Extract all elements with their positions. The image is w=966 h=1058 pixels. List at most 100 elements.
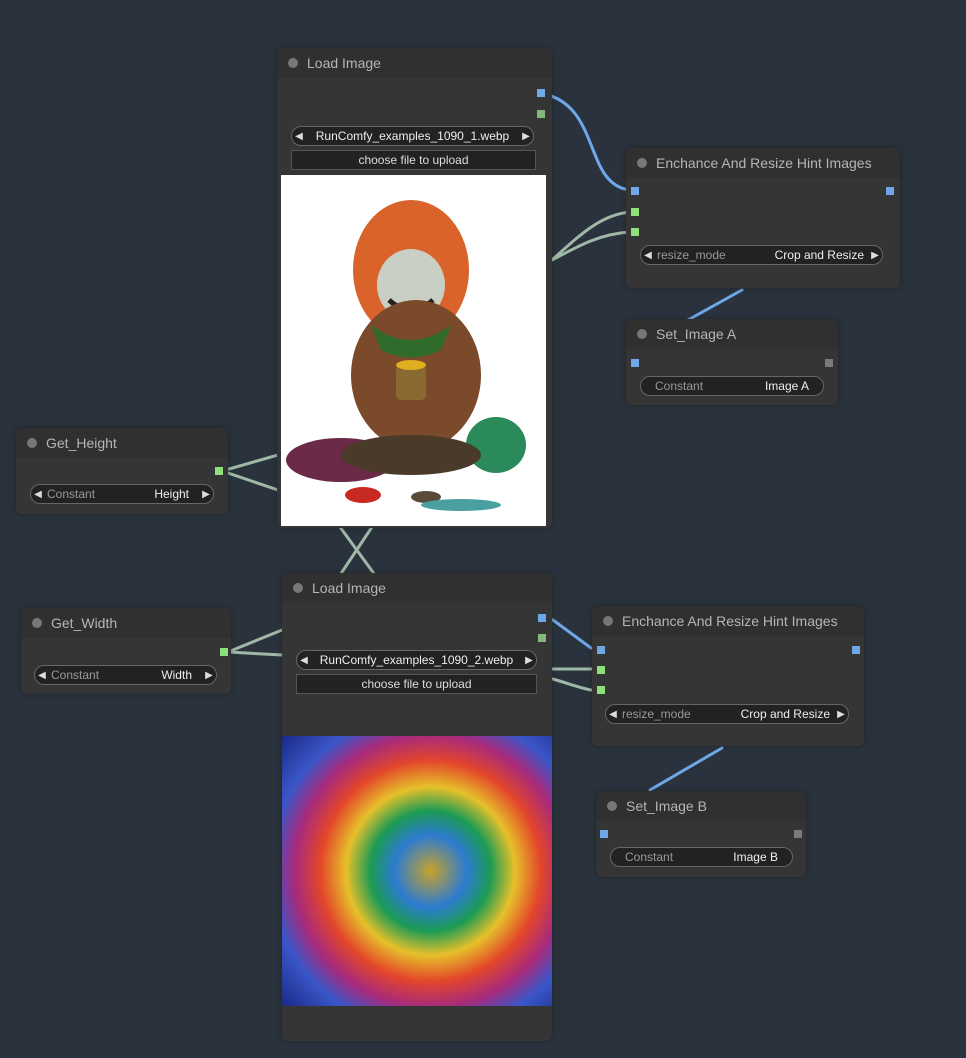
output-slot-int[interactable] [215, 467, 223, 475]
preview-illustration [286, 200, 526, 511]
node-header[interactable]: Get_Width [21, 608, 231, 638]
output-slot-image[interactable] [537, 89, 545, 97]
arrow-left-icon[interactable]: ◀ [606, 709, 620, 720]
constant-label: Constant [47, 487, 96, 501]
set-image-b-node[interactable]: Set_Image B Constant Image B [596, 791, 806, 877]
arrow-right-icon[interactable]: ▶ [199, 489, 213, 500]
resize-mode-value: Crop and Resize [774, 248, 864, 262]
constant-value: Width [161, 668, 192, 682]
input-slot-image[interactable] [600, 830, 608, 838]
constant-combo[interactable]: ◀ Constant Width ▶ [34, 665, 217, 685]
resize-mode-value: Crop and Resize [740, 707, 830, 721]
collapse-dot-icon[interactable] [27, 438, 37, 448]
constant-label: Constant [51, 668, 100, 682]
arrow-right-icon[interactable]: ▶ [868, 250, 882, 261]
node-title: Set_Image B [626, 798, 707, 814]
constant-value: Image B [733, 850, 778, 864]
arrow-left-icon[interactable]: ◀ [35, 670, 49, 681]
wire-int-width-out-b [226, 650, 284, 657]
set-image-a-node[interactable]: Set_Image A Constant Image A [626, 319, 838, 405]
upload-button[interactable]: choose file to upload [296, 674, 537, 694]
constant-widget[interactable]: Constant Image A [640, 376, 824, 396]
wire-int-cross-a [338, 525, 377, 577]
node-header[interactable]: Get_Height [16, 428, 228, 458]
image-file-value: RunComfy_examples_1090_2.webp [319, 653, 514, 667]
wire-int-height-out-a [220, 453, 280, 473]
output-slot-image[interactable] [538, 614, 546, 622]
load-image-node-2[interactable]: Load Image ◀ RunComfy_examples_1090_2.we… [282, 573, 552, 1041]
node-header[interactable]: Load Image [277, 48, 552, 78]
node-title: Enchance And Resize Hint Images [622, 613, 838, 629]
node-header[interactable]: Set_Image A [626, 319, 838, 349]
load-image-node-1[interactable]: Load Image ◀ RunComfy_examples_1090_1.we… [277, 48, 552, 528]
input-slot-width[interactable] [631, 208, 639, 216]
arrow-right-icon[interactable]: ▶ [834, 709, 848, 720]
node-title: Get_Width [51, 615, 118, 631]
image-file-combo[interactable]: ◀ RunComfy_examples_1090_1.webp ▶ [291, 126, 534, 146]
resize-mode-combo[interactable]: ◀ resize_mode Crop and Resize ▶ [605, 704, 849, 724]
input-slot-width[interactable] [597, 666, 605, 674]
constant-value: Image A [764, 379, 809, 393]
resize-mode-combo[interactable]: ◀ resize_mode Crop and Resize ▶ [640, 245, 883, 265]
node-header[interactable]: Load Image [282, 573, 552, 603]
collapse-dot-icon[interactable] [293, 583, 303, 593]
wire-int-height-to-enhance1-b [550, 230, 632, 262]
enhance-resize-node-2[interactable]: Enchance And Resize Hint Images ◀ resize… [592, 606, 864, 746]
upload-button[interactable]: choose file to upload [291, 150, 536, 170]
image-file-combo[interactable]: ◀ RunComfy_examples_1090_2.webp ▶ [296, 650, 537, 670]
output-slot-mask[interactable] [538, 634, 546, 642]
collapse-dot-icon[interactable] [637, 158, 647, 168]
wire-image-load2-to-enhance2 [551, 618, 593, 650]
output-slot-int[interactable] [220, 648, 228, 656]
resize-mode-label: resize_mode [657, 248, 726, 262]
input-slot-height[interactable] [631, 228, 639, 236]
enhance-resize-node-1[interactable]: Enchance And Resize Hint Images ◀ resize… [626, 148, 900, 288]
arrow-right-icon[interactable]: ▶ [202, 670, 216, 681]
image-file-value: RunComfy_examples_1090_1.webp [315, 129, 510, 143]
output-slot[interactable] [825, 359, 833, 367]
constant-value: Height [154, 487, 189, 501]
collapse-dot-icon[interactable] [288, 58, 298, 68]
collapse-dot-icon[interactable] [603, 616, 613, 626]
collapse-dot-icon[interactable] [32, 618, 42, 628]
output-slot-mask[interactable] [537, 110, 545, 118]
arrow-right-icon[interactable]: ▶ [519, 131, 533, 142]
wire-int-to-enhance2-b [551, 677, 593, 692]
node-title: Load Image [312, 580, 386, 596]
node-title: Load Image [307, 55, 381, 71]
arrow-left-icon[interactable]: ◀ [641, 250, 655, 261]
node-header[interactable]: Enchance And Resize Hint Images [592, 606, 864, 636]
arrow-right-icon[interactable]: ▶ [522, 655, 536, 666]
wire-int-cross-b [338, 525, 374, 577]
arrow-left-icon[interactable]: ◀ [292, 131, 306, 142]
constant-widget[interactable]: Constant Image B [610, 847, 793, 867]
node-header[interactable]: Enchance And Resize Hint Images [626, 148, 900, 178]
get-width-node[interactable]: Get_Width ◀ Constant Width ▶ [21, 608, 231, 694]
collapse-dot-icon[interactable] [637, 329, 647, 339]
image-preview [281, 175, 546, 526]
node-header[interactable]: Set_Image B [596, 791, 806, 821]
collapse-dot-icon[interactable] [607, 801, 617, 811]
get-height-node[interactable]: Get_Height ◀ Constant Height ▶ [16, 428, 228, 514]
arrow-left-icon[interactable]: ◀ [297, 655, 311, 666]
constant-label: Constant [655, 379, 704, 393]
input-slot-height[interactable] [597, 686, 605, 694]
input-slot-image[interactable] [631, 187, 639, 195]
wire-int-height-out-b [220, 469, 280, 492]
node-title: Enchance And Resize Hint Images [656, 155, 872, 171]
arrow-left-icon[interactable]: ◀ [31, 489, 45, 500]
node-title: Get_Height [46, 435, 117, 451]
wire-int-height-to-enhance1-a [550, 210, 632, 262]
wire-image-enhance1-to-setA [686, 288, 744, 322]
constant-label: Constant [625, 850, 674, 864]
wire-image-load1-to-enhance1 [546, 93, 632, 192]
output-slot-image[interactable] [852, 646, 860, 654]
constant-combo[interactable]: ◀ Constant Height ▶ [30, 484, 214, 504]
output-slot[interactable] [794, 830, 802, 838]
wire-image-enhance2-to-setB [648, 746, 724, 792]
input-slot-image[interactable] [597, 646, 605, 654]
input-slot-image[interactable] [631, 359, 639, 367]
image-preview [282, 736, 552, 1006]
output-slot-image[interactable] [886, 187, 894, 195]
node-title: Set_Image A [656, 326, 737, 342]
